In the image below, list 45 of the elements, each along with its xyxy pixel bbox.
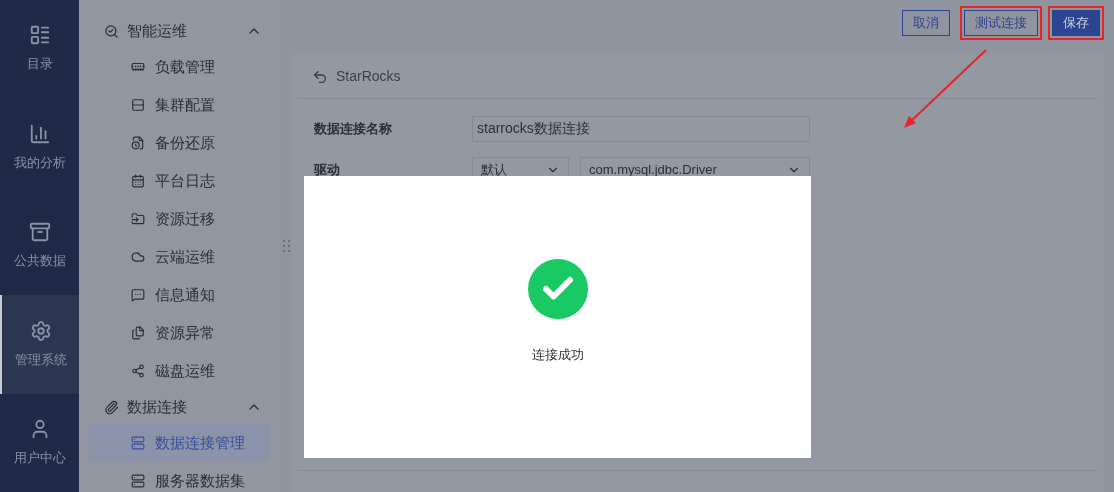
test-connection-button[interactable]: 测试连接 <box>964 10 1038 36</box>
menu-item[interactable]: 信息通知 <box>89 276 270 314</box>
menu-group[interactable]: 数据连接 <box>89 390 270 424</box>
nodes-icon <box>131 364 145 378</box>
bar-chart-icon <box>28 122 51 145</box>
menu-item[interactable]: 数据连接管理 <box>89 424 270 462</box>
menu-item[interactable]: 备份还原 <box>89 124 270 162</box>
calendar-icon <box>131 174 145 188</box>
server-icon <box>131 474 145 488</box>
field-label: 驱动 <box>314 161 341 180</box>
field-label: 数据连接名称 <box>314 120 393 139</box>
cancel-button[interactable]: 取消 <box>902 10 950 36</box>
connection-title: StarRocks <box>336 67 401 86</box>
magnifier-icon <box>104 23 119 39</box>
menu-item[interactable]: 服务器数据集 <box>89 462 270 492</box>
nav-item[interactable]: 目录 <box>0 0 79 99</box>
archive-icon <box>28 221 51 244</box>
nav-item[interactable]: 我的分析 <box>0 98 79 197</box>
nav-item[interactable]: 管理系统 <box>0 295 79 394</box>
drag-handle-icon[interactable] <box>282 239 290 253</box>
server-icon <box>131 436 145 450</box>
save-button[interactable]: 保存 <box>1052 10 1100 36</box>
text-field[interactable]: starrocks数据连接 <box>472 116 810 142</box>
menu-group[interactable]: 智能运维 <box>89 14 270 48</box>
menu-item[interactable]: 资源异常 <box>89 314 270 352</box>
memory-card-icon <box>131 60 145 74</box>
dialog-message: 连接成功 <box>531 346 584 365</box>
file-clock-icon <box>131 136 145 150</box>
menu-item[interactable]: 磁盘运维 <box>89 352 270 390</box>
rows-icon <box>131 98 145 112</box>
menu-item[interactable]: 集群配置 <box>89 86 270 124</box>
nav-item[interactable]: 公共数据 <box>0 196 79 296</box>
menu-item[interactable]: 云端运维 <box>89 238 270 276</box>
menu-item[interactable]: 平台日志 <box>89 162 270 200</box>
folder-arrow-icon <box>131 212 145 226</box>
cloud-icon <box>131 250 145 264</box>
nav-item[interactable]: 用户中心 <box>0 393 79 492</box>
files-icon <box>131 326 145 340</box>
paperclip-icon <box>104 399 119 415</box>
menu-item[interactable]: 负载管理 <box>89 48 270 86</box>
list-icon <box>28 24 51 47</box>
settings-icon <box>29 319 52 342</box>
back-icon[interactable] <box>312 68 328 85</box>
message-icon <box>131 288 145 302</box>
menu-item[interactable]: 资源迁移 <box>89 200 270 238</box>
